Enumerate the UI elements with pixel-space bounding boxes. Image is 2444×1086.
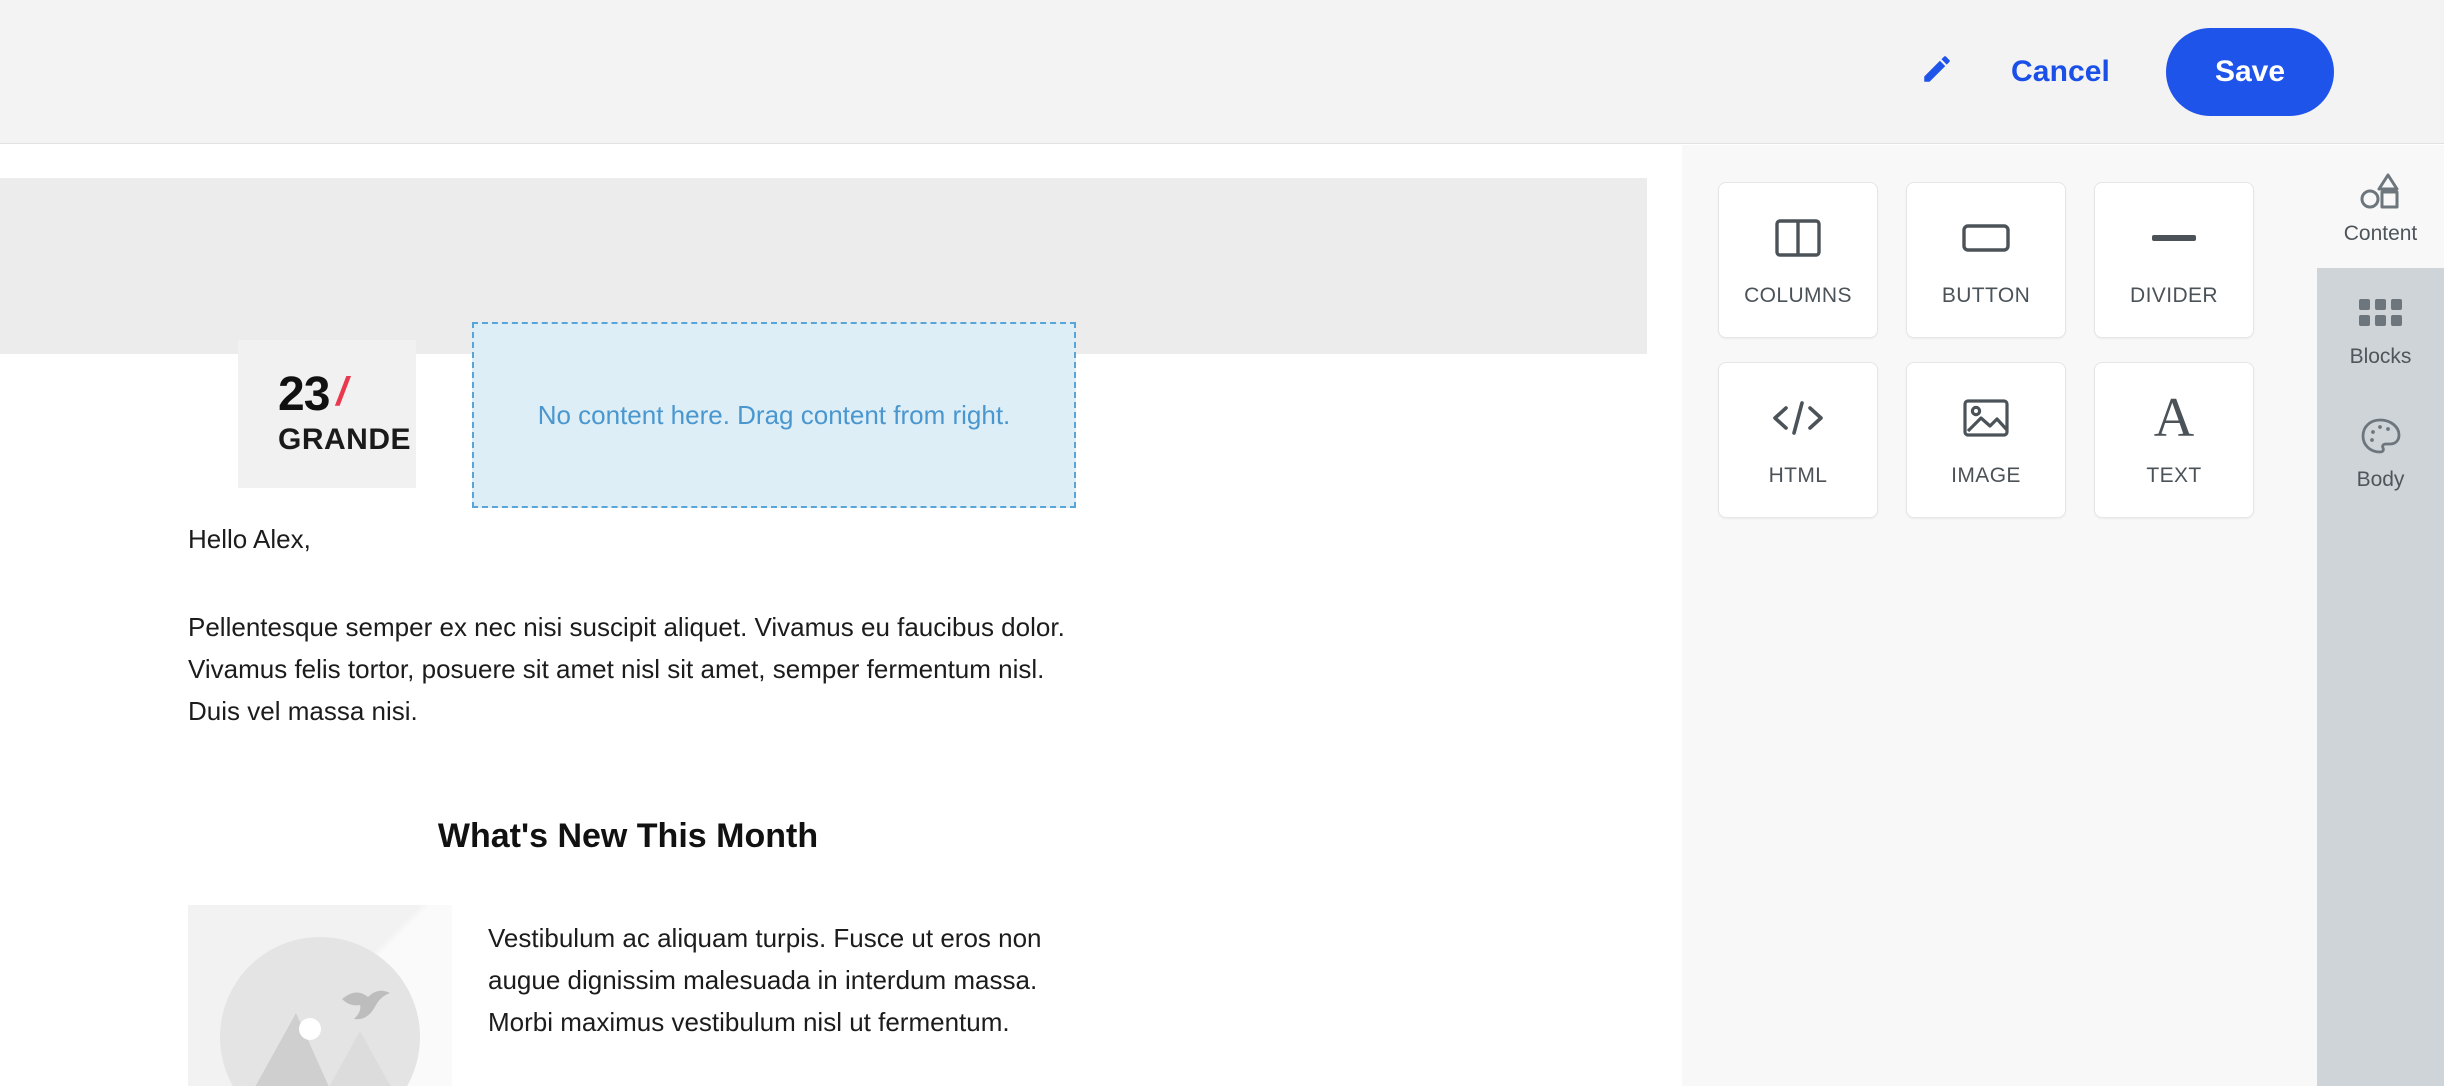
right-tab-rail: Content Blocks Body (2317, 145, 2444, 1086)
content-tile-divider[interactable]: DIVIDER (2094, 182, 2254, 338)
dropzone-message: No content here. Drag content from right… (537, 399, 1011, 430)
shapes-icon (2357, 168, 2405, 212)
article-block[interactable]: Vestibulum ac aliquam turpis. Fusce ut e… (188, 905, 1068, 1086)
content-tile-label: HTML (1768, 464, 1828, 487)
email-paragraph[interactable]: Pellentesque semper ex nec nisi suscipit… (188, 606, 1068, 732)
tab-label: Blocks (2349, 344, 2412, 368)
content-tile-label: BUTTON (1941, 284, 2031, 307)
content-blocks-panel: COLUMNS BUTTON DIVIDER HTML IMAGE A TEXT (1682, 145, 2317, 1086)
email-canvas[interactable]: 23 / GRANDE No content here. Drag conten… (0, 145, 1682, 1086)
tab-label: Body (2356, 467, 2405, 491)
button-icon (1961, 212, 2011, 264)
brand-logo[interactable]: 23 / GRANDE (238, 340, 416, 488)
section-heading[interactable]: What's New This Month (188, 817, 1068, 856)
empty-content-dropzone[interactable]: No content here. Drag content from right… (472, 322, 1076, 508)
tab-blocks[interactable]: Blocks (2317, 268, 2444, 391)
email-greeting[interactable]: Hello Alex, (188, 520, 311, 559)
code-icon (1770, 392, 1826, 444)
content-tile-label: COLUMNS (1744, 284, 1852, 307)
save-button[interactable]: Save (2166, 27, 2334, 116)
content-tile-button[interactable]: BUTTON (1906, 182, 2066, 338)
text-a-icon: A (2153, 387, 2195, 449)
content-tile-grid: COLUMNS BUTTON DIVIDER HTML IMAGE A TEXT (1718, 182, 2317, 518)
logo-slash: / (336, 370, 348, 414)
article-content: Vestibulum ac aliquam turpis. Fusce ut e… (488, 905, 1048, 1086)
tab-label: Content (2343, 221, 2418, 245)
article-thumbnail[interactable] (188, 905, 452, 1086)
top-toolbar: Cancel Save (0, 0, 2444, 144)
divider-icon (2152, 212, 2196, 264)
content-tile-html[interactable]: HTML (1718, 362, 1878, 518)
logo-top-row: 23 / (278, 371, 416, 419)
content-tile-label: TEXT (2146, 464, 2202, 487)
content-tile-columns[interactable]: COLUMNS (1718, 182, 1878, 338)
grid-icon (2359, 291, 2402, 335)
content-tile-label: DIVIDER (2130, 284, 2218, 307)
cancel-button[interactable]: Cancel (2011, 55, 2110, 89)
palette-icon (2360, 414, 2402, 458)
email-builder-app: Cancel Save 23 / GRANDE No content here.… (0, 0, 2444, 1086)
content-tile-text[interactable]: A TEXT (2094, 362, 2254, 518)
pencil-icon (1920, 52, 1954, 91)
logo-wordmark: GRANDE (278, 423, 412, 456)
edit-pencil-button[interactable] (1911, 46, 1963, 98)
columns-icon (1774, 212, 1822, 264)
logo-number: 23 (278, 368, 330, 421)
tab-content[interactable]: Content (2317, 145, 2444, 268)
content-tile-image[interactable]: IMAGE (1906, 362, 2066, 518)
tab-body[interactable]: Body (2317, 391, 2444, 514)
image-icon (1962, 392, 2010, 444)
article-text[interactable]: Vestibulum ac aliquam turpis. Fusce ut e… (488, 917, 1048, 1043)
content-tile-label: IMAGE (1951, 464, 2021, 487)
